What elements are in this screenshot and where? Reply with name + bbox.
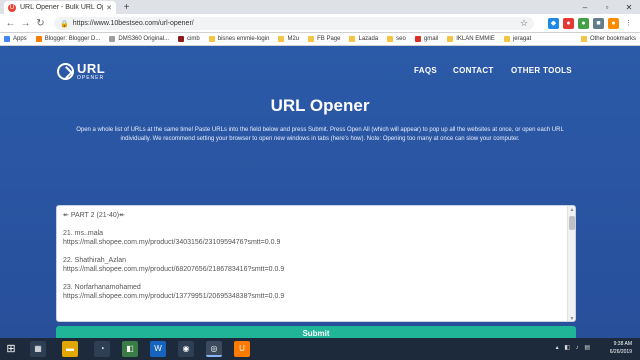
gmail-icon bbox=[414, 36, 421, 42]
blogger-icon bbox=[35, 36, 42, 42]
folder-icon bbox=[349, 36, 356, 42]
folder-icon bbox=[208, 36, 215, 42]
bookmark-star-icon[interactable]: ☆ bbox=[520, 18, 528, 29]
logo-arrow-icon bbox=[57, 63, 74, 80]
bookmark-item[interactable]: jeragat bbox=[503, 36, 531, 42]
bookmark-item[interactable]: seo bbox=[387, 36, 406, 42]
minimize-icon[interactable]: – bbox=[574, 0, 596, 14]
reload-icon[interactable]: ↻ bbox=[34, 17, 47, 30]
textarea-scrollbar[interactable]: ▲ ▼ bbox=[567, 206, 575, 321]
menu-icon[interactable]: ⋮ bbox=[623, 18, 634, 29]
submit-button[interactable]: Submit bbox=[56, 326, 576, 338]
extension-orange-icon[interactable]: ● bbox=[608, 18, 619, 29]
entry-name: 21. ms..mala bbox=[63, 230, 104, 237]
uc-browser-icon[interactable]: U bbox=[234, 341, 250, 357]
bookmarks-bar: Apps Blogger: Blogger D... DMS360 Origin… bbox=[0, 33, 640, 46]
taskbar-app-icon[interactable]: ◔ bbox=[94, 341, 110, 357]
logo-sub-text: OPENER bbox=[77, 75, 105, 81]
page-content: URL OPENER FAQS CONTACT OTHER TOOLS URL … bbox=[0, 46, 640, 338]
bookmark-item[interactable]: Blogger: Blogger D... bbox=[35, 36, 100, 42]
other-bookmarks[interactable]: Other bookmarks bbox=[580, 36, 636, 42]
taskbar-app-icon[interactable]: ▦ bbox=[30, 341, 46, 357]
intro-text: Open a whole list of URLs at the same ti… bbox=[76, 127, 564, 142]
bookmark-apps[interactable]: Apps bbox=[4, 36, 27, 42]
bookmark-item[interactable]: bisnes emmie-login bbox=[208, 36, 269, 42]
extension-green-icon[interactable]: ● bbox=[578, 18, 589, 29]
taskbar: ⊞ ▦ ▬ ◔ ◧ W ◉ ◎ U ▴ ◧ ♪ ▤ 9:38 AM 6/26/2… bbox=[0, 338, 640, 360]
tab-close-icon[interactable]: ✕ bbox=[106, 4, 112, 12]
folder-icon bbox=[387, 36, 394, 42]
taskbar-app-icon[interactable]: ◉ bbox=[178, 341, 194, 357]
entry-name: 22. Shathirah_Azlan bbox=[63, 257, 127, 264]
url-text: https://www.10bestseo.com/url-opener/ bbox=[72, 20, 194, 27]
maximize-icon[interactable]: ▫ bbox=[596, 0, 618, 14]
folder-icon bbox=[447, 36, 454, 42]
tab-title: URL Opener - Bulk URL Opener bbox=[20, 4, 103, 11]
scroll-down-icon[interactable]: ▼ bbox=[568, 315, 575, 321]
new-tab-icon[interactable]: + bbox=[121, 2, 132, 13]
textarea-header: PART 2 (21-40) bbox=[70, 212, 120, 219]
clock-date: 6/26/2019 bbox=[609, 349, 632, 355]
chrome-icon[interactable]: ◎ bbox=[206, 341, 222, 357]
taskbar-app-icon[interactable]: ◧ bbox=[122, 341, 138, 357]
windows-start-icon[interactable]: ⊞ bbox=[4, 342, 18, 356]
logo-main-text: URL bbox=[77, 61, 106, 76]
address-bar: ← → ↻ 🔒 https://www.10bestseo.com/url-op… bbox=[0, 14, 640, 33]
window-close-icon[interactable]: ✕ bbox=[618, 0, 640, 14]
nav-faqs[interactable]: FAQS bbox=[414, 66, 437, 75]
page-icon bbox=[109, 36, 116, 42]
entry-link: https://mall.shopee.com.my/product/34031… bbox=[63, 239, 281, 246]
bookmark-item[interactable]: FB Page bbox=[308, 36, 340, 42]
entry-link: https://mall.shopee.com.my/product/68207… bbox=[63, 266, 285, 273]
nav-other-tools[interactable]: OTHER TOOLS bbox=[511, 66, 572, 75]
bookmark-item[interactable]: M2u bbox=[278, 36, 299, 42]
back-icon[interactable]: ← bbox=[4, 17, 17, 30]
lock-icon: 🔒 bbox=[60, 20, 69, 28]
nav-contact[interactable]: CONTACT bbox=[453, 66, 494, 75]
clock-time: 9:38 AM bbox=[613, 341, 632, 347]
url-input[interactable]: 🔒 https://www.10bestseo.com/url-opener/ … bbox=[54, 17, 534, 30]
bookmark-item[interactable]: IKLAN EMMIE bbox=[447, 36, 495, 42]
entry-name: 23. Norfarhanamohamed bbox=[63, 284, 141, 291]
scroll-thumb[interactable] bbox=[569, 216, 575, 230]
bookmark-item[interactable]: gmail bbox=[414, 36, 438, 42]
folder-icon bbox=[308, 36, 315, 42]
apps-icon bbox=[4, 36, 10, 42]
extension-red-icon[interactable]: ● bbox=[563, 18, 574, 29]
folder-icon bbox=[503, 36, 510, 42]
forward-icon[interactable]: → bbox=[19, 17, 32, 30]
bookmark-item[interactable]: DMS360 Original... bbox=[109, 36, 169, 42]
entry-link: https://mall.shopee.com.my/product/13779… bbox=[63, 293, 285, 300]
file-explorer-icon[interactable]: ▬ bbox=[62, 341, 78, 357]
tab-favicon-icon: U bbox=[8, 3, 16, 12]
clock[interactable]: 9:38 AM 6/26/2019 bbox=[610, 340, 632, 356]
bookmark-item[interactable]: Lazada bbox=[349, 36, 378, 42]
scroll-up-icon[interactable]: ▲ bbox=[568, 206, 575, 214]
extension-dropbox-icon[interactable]: ◆ bbox=[548, 18, 559, 29]
tab-strip: U URL Opener - Bulk URL Opener ✕ + – ▫ ✕ bbox=[0, 0, 640, 14]
folder-icon bbox=[580, 36, 587, 42]
cimb-icon bbox=[178, 36, 185, 42]
folder-icon bbox=[278, 36, 285, 42]
system-tray-icons[interactable]: ▴ ◧ ♪ ▤ bbox=[556, 344, 592, 351]
extension-grey-icon[interactable]: ■ bbox=[593, 18, 604, 29]
url-textarea[interactable]: ↞ PART 2 (21-40)↞ 21. ms..mala https://m… bbox=[56, 205, 576, 322]
page-title: URL Opener bbox=[270, 96, 370, 115]
word-icon[interactable]: W bbox=[150, 341, 166, 357]
browser-tab[interactable]: U URL Opener - Bulk URL Opener ✕ bbox=[4, 1, 116, 14]
site-logo[interactable]: URL OPENER bbox=[57, 62, 105, 81]
bookmark-item[interactable]: cimb bbox=[178, 36, 200, 42]
